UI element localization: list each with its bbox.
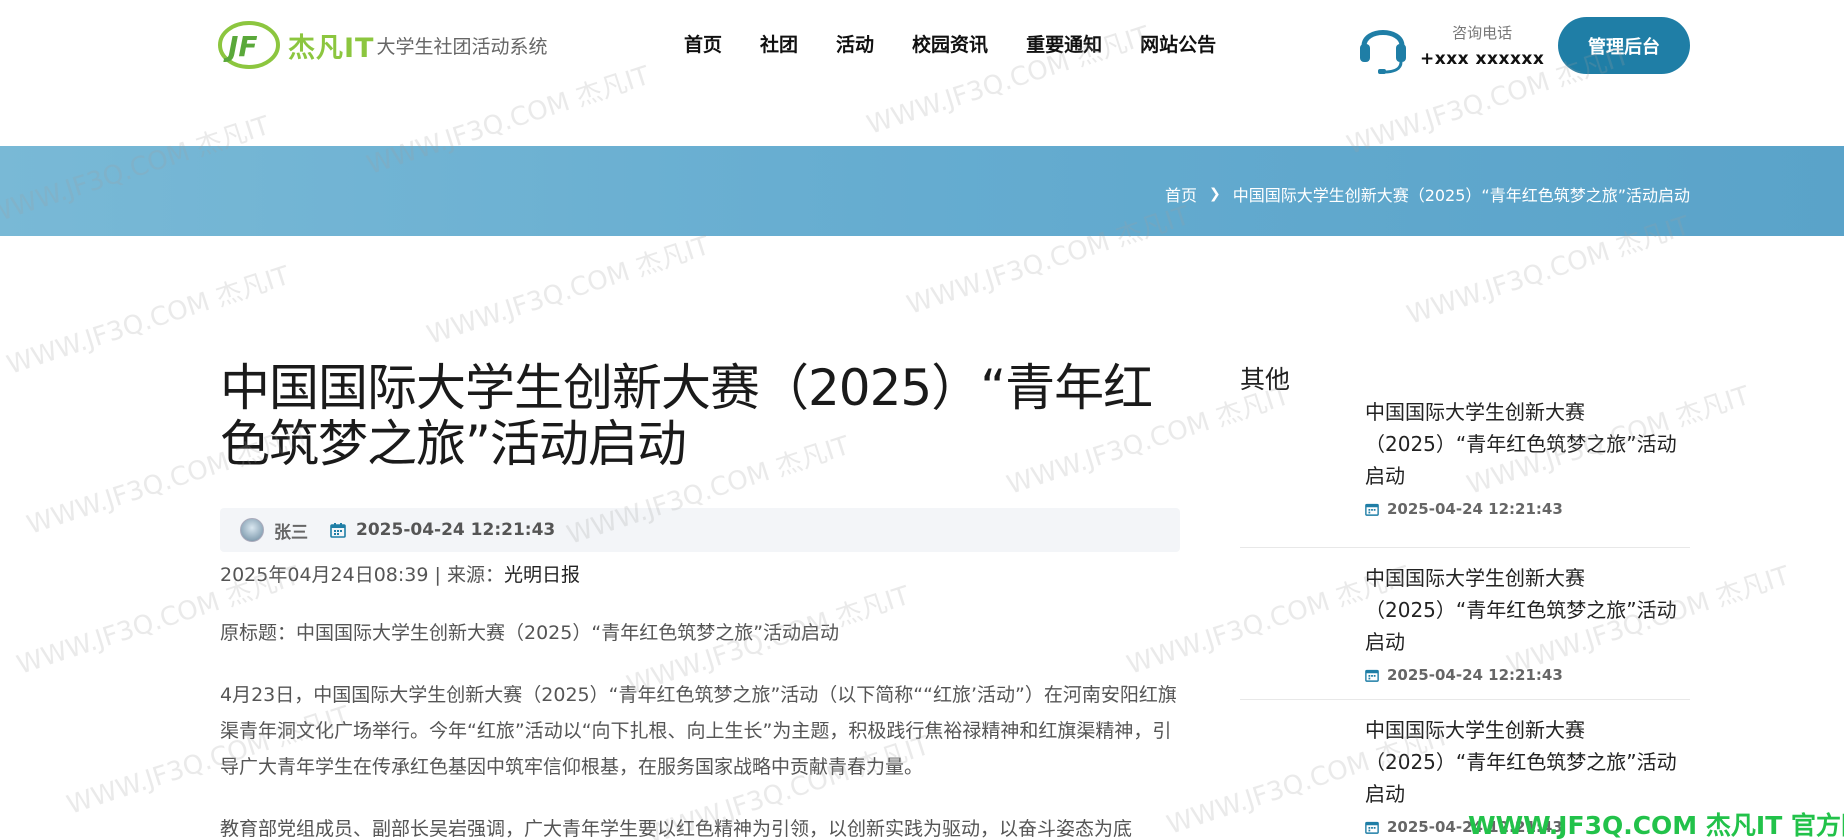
site-logo[interactable]: JF 杰凡IT 大学生社团活动系统 <box>218 20 547 70</box>
sidebar-date-text: 2025-04-24 12:21:43 <box>1387 500 1563 518</box>
headset-icon <box>1360 30 1406 74</box>
breadcrumb: 首页 ❯ 中国国际大学生创新大赛（2025）“青年红色筑梦之旅”活动启动 <box>1165 182 1690 206</box>
calendar-icon <box>1365 669 1379 682</box>
sidebar-item[interactable]: 中国国际大学生创新大赛（2025）“青年红色筑梦之旅”活动启动 2025-04-… <box>1240 548 1690 700</box>
article-title: 中国国际大学生创新大赛（2025）“青年红色筑梦之旅”活动启动 <box>220 359 1153 473</box>
svg-text:JF: JF <box>223 30 258 63</box>
sidebar-item-title[interactable]: 中国国际大学生创新大赛（2025）“青年红色筑梦之旅”活动启动 <box>1365 396 1690 492</box>
breadcrumb-current: 中国国际大学生创新大赛（2025）“青年红色筑梦之旅”活动启动 <box>1232 186 1690 205</box>
main-nav: 首页 社团 活动 校园资讯 重要通知 网站公告 <box>684 30 1254 57</box>
article-dateline: 2025年04月24日08:39 | 来源：光明日报 <box>220 560 1180 587</box>
article: 中国国际大学生创新大赛（2025）“青年红色筑梦之旅”活动启动 张三 2025-… <box>220 360 1180 840</box>
sidebar-date-text: 2025-04-24 12:21:43 <box>1387 818 1563 836</box>
sidebar-date-text: 2025-04-24 12:21:43 <box>1387 666 1563 684</box>
nav-notices[interactable]: 重要通知 <box>1026 30 1102 57</box>
article-source: 光明日报 <box>503 564 580 586</box>
chevron-right-icon: ❯ <box>1208 186 1221 202</box>
article-paragraph: 原标题：中国国际大学生创新大赛（2025）“青年红色筑梦之旅”活动启动 <box>220 622 840 644</box>
logo-subtitle: 大学生社团活动系统 <box>376 35 548 58</box>
sidebar-item-date: 2025-04-24 12:21:43 <box>1365 666 1690 684</box>
site-header: JF 杰凡IT 大学生社团活动系统 首页 社团 活动 校园资讯 重要通知 网站公… <box>0 0 1844 146</box>
sidebar-item-title[interactable]: 中国国际大学生创新大赛（2025）“青年红色筑梦之旅”活动启动 <box>1365 700 1690 810</box>
avatar <box>240 518 264 542</box>
watermark-text: WWW.JF3Q.COM 杰凡IT <box>423 231 714 351</box>
admin-button[interactable]: 管理后台 <box>1558 17 1690 74</box>
sidebar-item-date: 2025-04-24 12:21:43 <box>1365 818 1690 836</box>
calendar-icon <box>1365 821 1379 834</box>
contact-phone: +xxx xxxxxx <box>1420 48 1545 69</box>
sidebar-item-title[interactable]: 中国国际大学生创新大赛（2025）“青年红色筑梦之旅”活动启动 <box>1365 548 1690 658</box>
calendar-icon <box>330 523 346 538</box>
nav-activities[interactable]: 活动 <box>836 30 874 57</box>
page-banner: 首页 ❯ 中国国际大学生创新大赛（2025）“青年红色筑梦之旅”活动启动 <box>0 146 1844 236</box>
nav-announcements[interactable]: 网站公告 <box>1140 30 1216 57</box>
nav-home[interactable]: 首页 <box>684 30 722 57</box>
sidebar: 其他 中国国际大学生创新大赛（2025）“青年红色筑梦之旅”活动启动 2025-… <box>1240 360 1690 840</box>
sidebar-title: 其他 <box>1240 365 1291 394</box>
article-paragraph: 教育部党组成员、副部长吴岩强调，广大青年学生要以红色精神为引领，以创新实践为驱动… <box>220 818 1133 840</box>
nav-campus-news[interactable]: 校园资讯 <box>912 30 988 57</box>
article-meta: 张三 2025-04-24 12:21:43 <box>220 508 1180 552</box>
contact-text: 咨询电话 +xxx xxxxxx <box>1420 22 1544 69</box>
logo-mark-icon: JF <box>218 21 280 69</box>
sidebar-item[interactable]: 中国国际大学生创新大赛（2025）“青年红色筑梦之旅”活动启动 2025-04-… <box>1240 700 1690 840</box>
breadcrumb-home[interactable]: 首页 <box>1165 182 1197 206</box>
dateline-prefix: 2025年04月24日08:39 | 来源： <box>220 564 504 586</box>
sidebar-item-date: 2025-04-24 12:21:43 <box>1365 500 1690 518</box>
article-date: 2025-04-24 12:21:43 <box>356 520 556 540</box>
sidebar-item[interactable]: 中国国际大学生创新大赛（2025）“青年红色筑梦之旅”活动启动 2025-04-… <box>1240 396 1690 548</box>
contact-label: 咨询电话 <box>1452 23 1513 42</box>
page: JF 杰凡IT 大学生社团活动系统 首页 社团 活动 校园资讯 重要通知 网站公… <box>0 0 1844 840</box>
contact-info: 咨询电话 +xxx xxxxxx <box>1356 16 1544 74</box>
logo-brand: 杰凡IT <box>288 32 375 64</box>
article-author: 张三 <box>274 522 308 543</box>
article-paragraph: 4月23日，中国国际大学生创新大赛（2025）“青年红色筑梦之旅”活动（以下简称… <box>220 684 1177 778</box>
calendar-icon <box>1365 503 1379 516</box>
nav-clubs[interactable]: 社团 <box>760 30 798 57</box>
